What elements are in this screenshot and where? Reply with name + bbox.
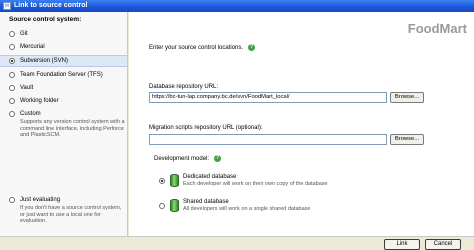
shared-title: Shared database xyxy=(183,199,229,205)
shared-description: All developers will work on a single sha… xyxy=(183,206,311,212)
option-label: Just evaluating xyxy=(20,197,61,203)
option-label: Working folder xyxy=(20,98,59,104)
cancel-button[interactable]: Cancel xyxy=(425,239,461,250)
option-subversion[interactable]: Subversion (SVN) xyxy=(0,55,127,67)
evaluating-description: If you don't have a source control syste… xyxy=(20,205,122,224)
option-label: Team Foundation Server (TFS) xyxy=(20,72,103,78)
option-label: Subversion (SVN) xyxy=(20,58,69,64)
option-custom[interactable]: Custom xyxy=(0,109,127,119)
radio-vault[interactable] xyxy=(9,85,15,91)
option-vault[interactable]: Vault xyxy=(0,83,127,93)
database-icon xyxy=(170,174,179,187)
radio-subversion[interactable] xyxy=(9,58,15,64)
radio-git[interactable] xyxy=(9,31,15,37)
intro-text: Enter your source control locations. xyxy=(149,45,244,52)
option-mercurial[interactable]: Mercurial xyxy=(0,42,127,52)
help-icon[interactable]: ? xyxy=(214,155,222,162)
sidebar-heading: Source control system: xyxy=(9,16,82,23)
dedicated-title: Dedicated database xyxy=(183,174,237,180)
migrations-label: Migration scripts repository URL (option… xyxy=(149,125,263,131)
browse-migrations-button[interactable]: Browse... xyxy=(390,134,424,145)
intro-row: Enter your source control locations.? xyxy=(149,44,256,52)
radio-tfs[interactable] xyxy=(9,72,15,78)
migrations-url-input[interactable] xyxy=(149,134,387,145)
option-label: Custom xyxy=(20,111,41,117)
option-working-folder[interactable]: Working folder xyxy=(0,96,127,106)
option-just-evaluating[interactable]: Just evaluating xyxy=(0,195,127,205)
dedicated-description: Each developer will work on their own co… xyxy=(183,181,328,187)
radio-custom[interactable] xyxy=(9,111,15,117)
radio-shared[interactable] xyxy=(159,203,165,209)
option-label: Git xyxy=(20,31,28,37)
option-git[interactable]: Git xyxy=(0,29,127,39)
link-button[interactable]: Link xyxy=(384,239,420,250)
database-icon xyxy=(170,199,179,212)
repo-url-input[interactable]: https://bc-tun-lap.company.bc.de/svn/Foo… xyxy=(149,92,387,103)
source-control-sidebar: Source control system: Git Mercurial Sub… xyxy=(0,12,128,236)
browse-repo-button[interactable]: Browse... xyxy=(390,92,424,103)
link-icon: ∞ xyxy=(3,2,11,10)
dev-model-label: Development model: xyxy=(154,156,210,163)
help-icon[interactable]: ? xyxy=(248,44,256,51)
dev-model-row: Development model:? xyxy=(154,155,222,163)
main-panel: FoodMart Enter your source control locat… xyxy=(129,12,474,236)
repo-label: Database repository URL: xyxy=(149,84,219,90)
dialog-footer: Link Cancel xyxy=(0,236,474,250)
window-title: Link to source control xyxy=(14,2,88,9)
option-tfs[interactable]: Team Foundation Server (TFS) xyxy=(0,70,127,80)
radio-mercurial[interactable] xyxy=(9,44,15,50)
radio-just-evaluating[interactable] xyxy=(9,197,15,203)
radio-working-folder[interactable] xyxy=(9,98,15,104)
radio-dedicated[interactable] xyxy=(159,178,165,184)
option-label: Vault xyxy=(20,85,34,91)
title-bar: ∞ Link to source control xyxy=(0,0,474,12)
custom-description: Supports any version control system with… xyxy=(20,119,125,138)
brand-name: FoodMart xyxy=(407,21,467,36)
option-label: Mercurial xyxy=(20,44,45,50)
